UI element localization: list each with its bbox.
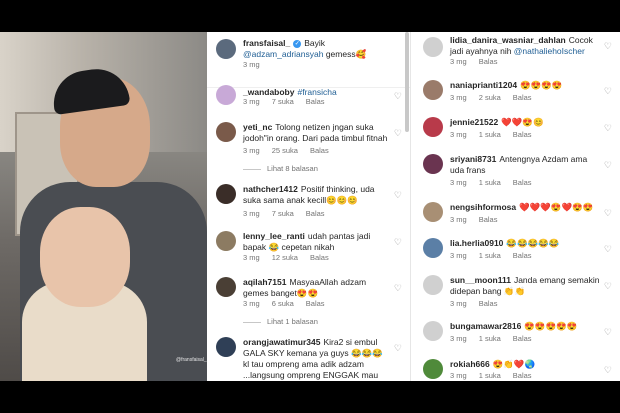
- avatar[interactable]: [216, 39, 236, 59]
- reply-button[interactable]: Balas: [513, 178, 532, 187]
- like-count[interactable]: 7 suka: [272, 97, 294, 106]
- comment-username[interactable]: rokiah666: [450, 359, 490, 369]
- comment-username[interactable]: bungamawar2816: [450, 321, 521, 331]
- like-count[interactable]: 7 suka: [272, 209, 294, 218]
- comment-username[interactable]: nengsihformosa: [450, 202, 516, 212]
- comment-username[interactable]: sun__moon111: [450, 275, 511, 285]
- avatar[interactable]: [216, 122, 236, 142]
- reply-button[interactable]: Balas: [513, 130, 532, 139]
- comment-username[interactable]: lia.herlia0910: [450, 238, 503, 248]
- comment-text: 😍😍😍😍😍: [524, 321, 578, 331]
- heart-outline-icon[interactable]: ♡: [394, 190, 402, 201]
- view-replies-button[interactable]: Lihat 1 balasan: [243, 317, 318, 326]
- heart-outline-icon[interactable]: ♡: [394, 91, 402, 102]
- reply-button[interactable]: Balas: [306, 299, 325, 308]
- left-comments-panel: fransfaisal_ ✓ Bayik @adzam_adriansyah gem…: [207, 32, 410, 381]
- heart-outline-icon[interactable]: ♡: [604, 244, 612, 255]
- reply-button[interactable]: Balas: [479, 57, 498, 66]
- reply-button[interactable]: Balas: [479, 299, 498, 308]
- comment-username[interactable]: aqilah7151: [243, 277, 286, 287]
- like-count[interactable]: 2 suka: [479, 93, 501, 102]
- avatar[interactable]: [423, 117, 443, 137]
- reply-button[interactable]: Balas: [513, 251, 532, 260]
- like-count[interactable]: 1 suka: [479, 130, 501, 139]
- reply-button[interactable]: Balas: [310, 253, 329, 262]
- heart-outline-icon[interactable]: ♡: [604, 86, 612, 97]
- comment-text: ❤️❤️❤️😍❤️😍😍: [519, 202, 594, 212]
- heart-outline-icon[interactable]: ♡: [394, 237, 402, 248]
- heart-outline-icon[interactable]: ♡: [604, 327, 612, 338]
- comment-username[interactable]: nathcher1412: [243, 184, 298, 194]
- mention-link[interactable]: @nathaliehoIscher: [514, 46, 585, 56]
- avatar[interactable]: [216, 85, 236, 105]
- reply-button[interactable]: Balas: [513, 371, 532, 380]
- right-comments-panel: lidia_danira_wasniar_dahlan Cocok jadi ay…: [414, 32, 620, 381]
- comment-text: 😂😂😂😂😂: [506, 238, 560, 248]
- verified-badge-icon: ✓: [293, 40, 302, 48]
- comment-username[interactable]: lenny_lee_ranti: [243, 231, 305, 241]
- avatar[interactable]: [423, 80, 443, 100]
- heart-outline-icon[interactable]: ♡: [604, 123, 612, 134]
- reply-button[interactable]: Balas: [306, 97, 325, 106]
- avatar[interactable]: [423, 275, 443, 295]
- reply-button[interactable]: Balas: [513, 334, 532, 343]
- comment-username[interactable]: sriyani8731: [450, 154, 496, 164]
- avatar[interactable]: [423, 238, 443, 258]
- baby-face: [40, 207, 130, 307]
- comment-text: 😍👏❤️🌏: [492, 359, 536, 369]
- mention-link[interactable]: @adzam_adriansyah: [243, 49, 323, 59]
- avatar[interactable]: [423, 202, 443, 222]
- reply-button[interactable]: Balas: [479, 215, 498, 224]
- like-count[interactable]: 1 suka: [479, 334, 501, 343]
- heart-outline-icon[interactable]: ♡: [604, 281, 612, 292]
- avatar[interactable]: [423, 321, 443, 341]
- comment-username[interactable]: orangjawatimur345: [243, 337, 320, 347]
- heart-outline-icon[interactable]: ♡: [394, 343, 402, 354]
- avatar[interactable]: [216, 337, 236, 357]
- comment-username[interactable]: _wandaboby: [243, 87, 294, 97]
- avatar[interactable]: [423, 359, 443, 379]
- comment-text: 😍😍😍😍: [520, 80, 563, 90]
- heart-outline-icon[interactable]: ♡: [604, 41, 612, 52]
- comment-username[interactable]: lidia_danira_wasniar_dahlan: [450, 35, 566, 45]
- comment-username[interactable]: jennie21522: [450, 117, 498, 127]
- avatar[interactable]: [423, 37, 443, 57]
- reply-button[interactable]: Balas: [306, 209, 325, 218]
- heart-outline-icon[interactable]: ♡: [394, 128, 402, 139]
- reply-button[interactable]: Balas: [310, 146, 329, 155]
- like-count[interactable]: 1 suka: [479, 178, 501, 187]
- like-count[interactable]: 12 suka: [272, 253, 298, 262]
- heart-outline-icon[interactable]: ♡: [604, 208, 612, 219]
- comment-username[interactable]: naniaprianti1204: [450, 80, 517, 90]
- video-frame[interactable]: @fransfaisal_: [0, 32, 207, 381]
- like-count[interactable]: 6 suka: [272, 299, 294, 308]
- view-replies-button[interactable]: Lihat 8 balasan: [243, 164, 318, 173]
- avatar[interactable]: [216, 277, 236, 297]
- like-count[interactable]: 1 suka: [479, 371, 501, 380]
- comment-text: ❤️❤️😍😊: [501, 117, 544, 127]
- comment-username[interactable]: yeti_nc: [243, 122, 272, 132]
- like-count[interactable]: 1 suka: [479, 251, 501, 260]
- heart-outline-icon[interactable]: ♡: [604, 160, 612, 171]
- reply-button[interactable]: Balas: [513, 93, 532, 102]
- mention-link[interactable]: #fransicha: [297, 87, 336, 97]
- comment-time: 3 mg: [243, 60, 260, 69]
- scrollbar[interactable]: [405, 32, 409, 132]
- like-count[interactable]: 25 suka: [272, 146, 298, 155]
- comment-username[interactable]: fransfaisal_: [243, 38, 290, 48]
- video-watermark: @fransfaisal_: [176, 357, 207, 363]
- heart-outline-icon[interactable]: ♡: [604, 365, 612, 376]
- heart-outline-icon[interactable]: ♡: [394, 283, 402, 294]
- avatar[interactable]: [216, 231, 236, 251]
- avatar[interactable]: [216, 184, 236, 204]
- avatar[interactable]: [423, 154, 443, 174]
- caption-comment: fransfaisal_ ✓ Bayik @adzam_adriansyah gem…: [207, 32, 410, 88]
